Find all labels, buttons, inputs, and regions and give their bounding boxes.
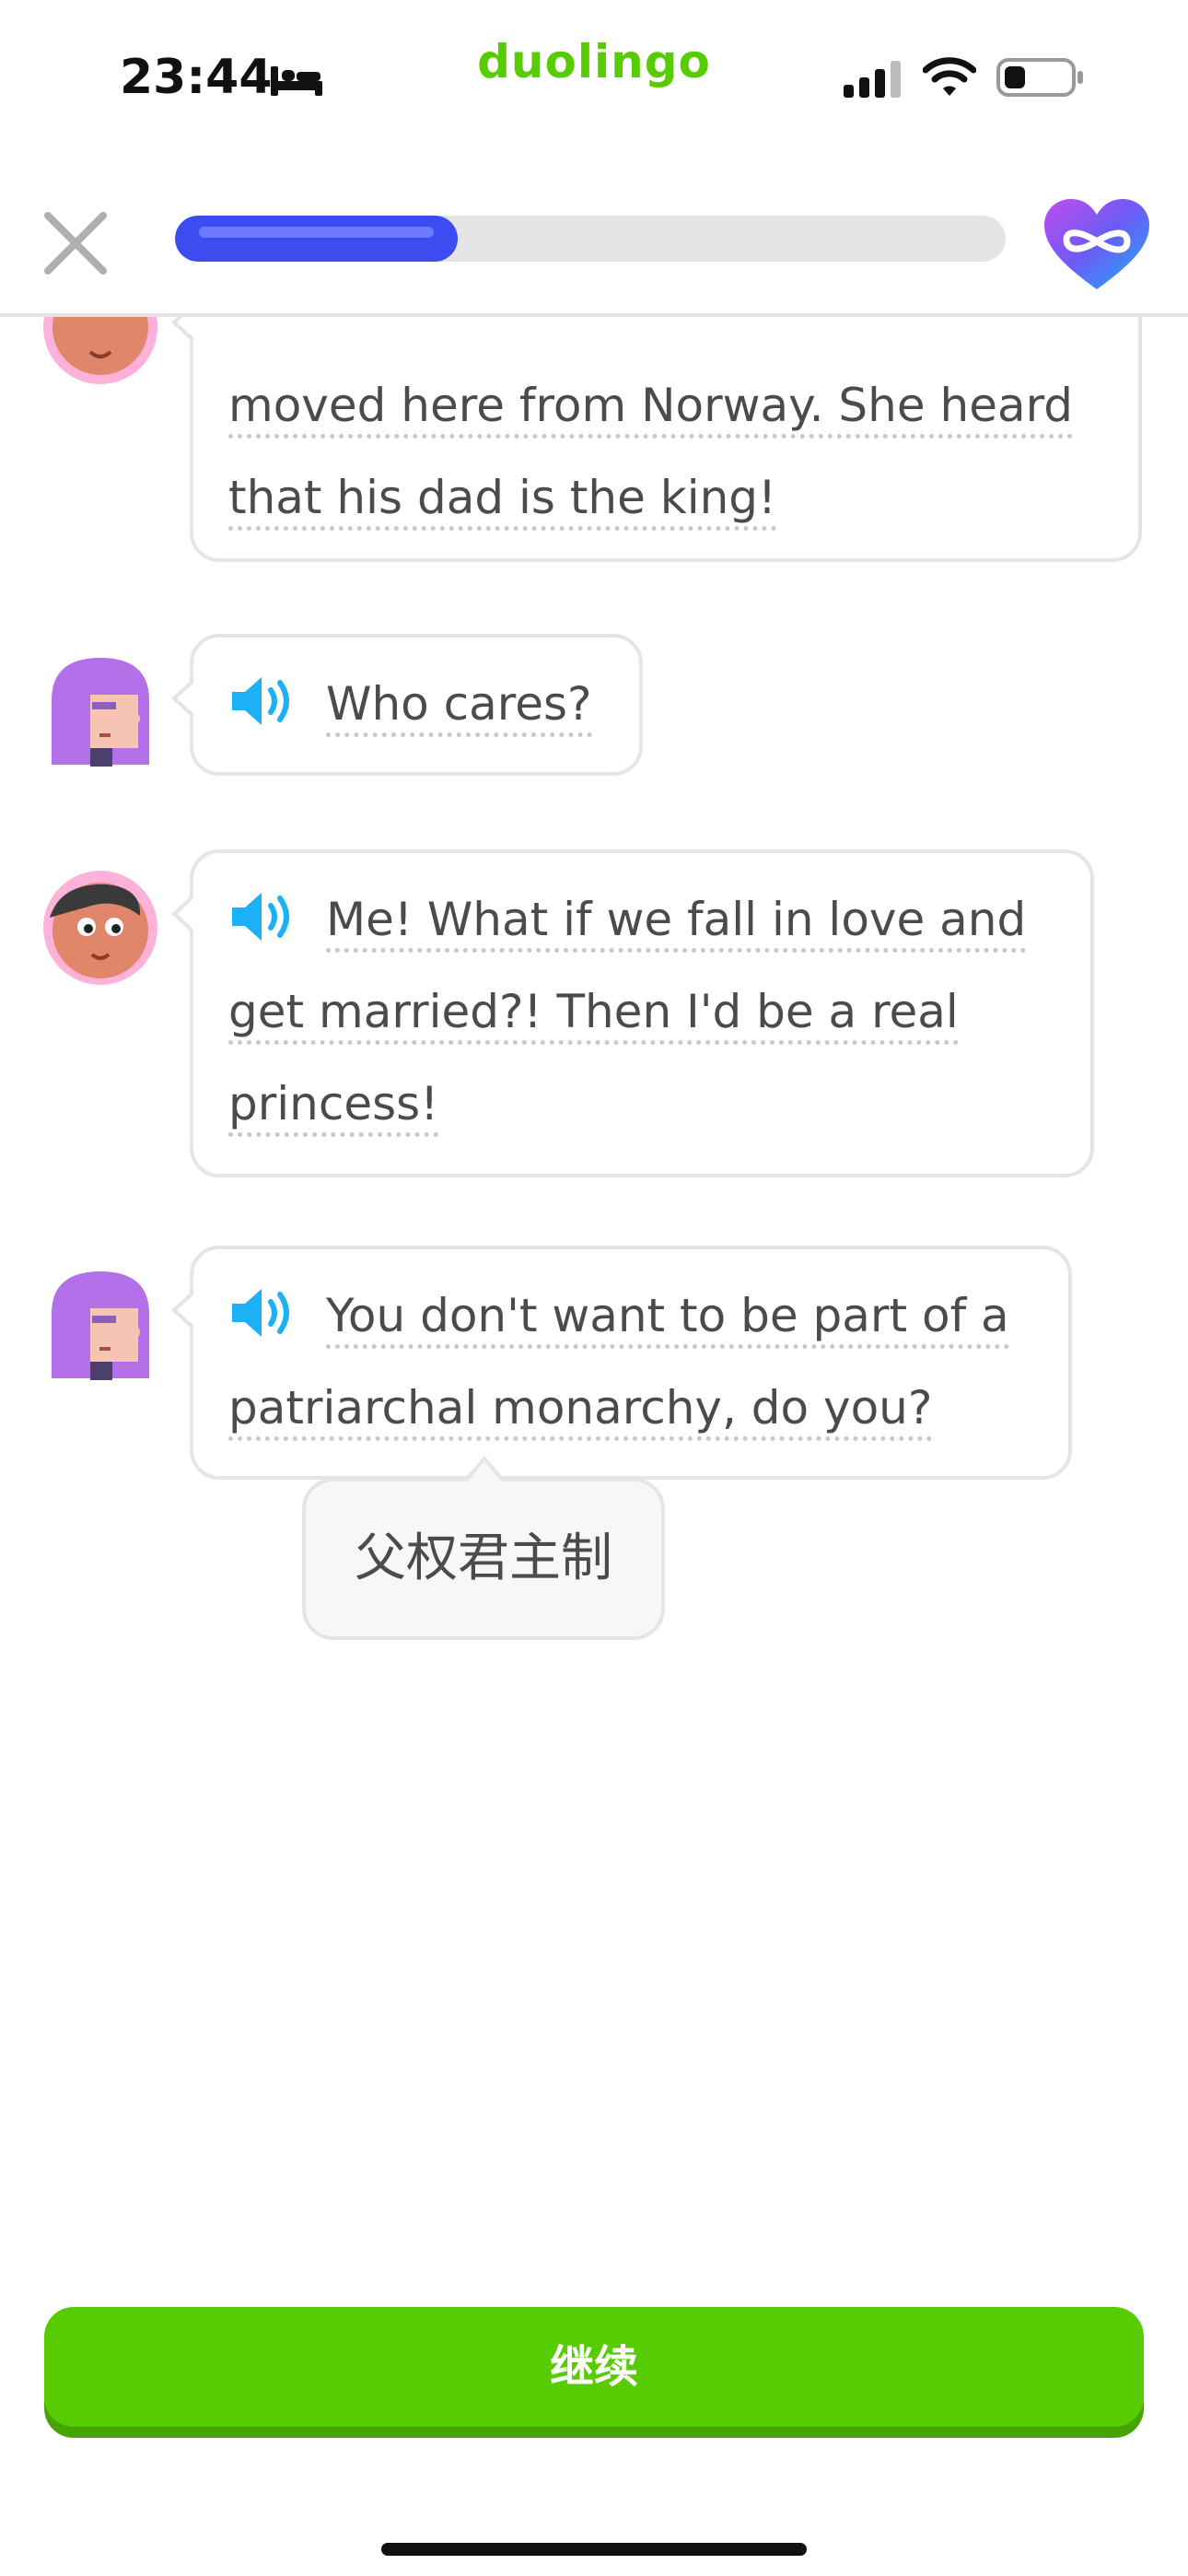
wifi-icon (923, 57, 976, 96)
message-line: that his dad is the king! (228, 451, 1101, 544)
speaker-icon[interactable] (228, 1285, 297, 1341)
status-bar: 23:44 duolingo (0, 0, 1188, 157)
message-bubble: Me! What if we fall in love and get marr… (171, 849, 1094, 1177)
progress-fill (175, 216, 458, 262)
home-indicator[interactable] (381, 2543, 807, 2556)
boy-character-avatar (43, 871, 157, 985)
message-text[interactable]: moved here from Norway. She heard (228, 379, 1074, 439)
cellular-signal-icon (844, 61, 901, 98)
message-line: Me! What if we fall in love and (228, 873, 1054, 966)
speaker-icon[interactable] (228, 889, 297, 944)
message-line: patriarchal monarchy, do you? (228, 1362, 1031, 1454)
message-text[interactable]: get married?! Then I'd be a real (228, 985, 959, 1045)
infinite-hearts-icon[interactable] (1042, 197, 1151, 293)
message-text[interactable]: princess! (228, 1077, 439, 1137)
girl-character-avatar (52, 1271, 149, 1380)
message-line: You don't want to be part of a (228, 1270, 1031, 1362)
message-line: moved here from Norway. She heard (228, 359, 1101, 451)
girl-character-avatar (52, 658, 149, 767)
message-text[interactable]: Me! What if we fall in love and (326, 893, 1027, 953)
message-line: get married?! Then I'd be a real (228, 966, 1054, 1058)
speaker-icon[interactable] (228, 673, 297, 729)
close-icon[interactable] (41, 208, 111, 278)
translation-tooltip: 父权君主制 (302, 1456, 665, 1640)
lesson-progress-bar (175, 216, 1006, 262)
message-line: princess! (228, 1058, 1054, 1150)
message-bubble: You don't want to be part of a patriarch… (171, 1246, 1072, 1480)
battery-icon (996, 58, 1083, 97)
message-text[interactable]: patriarchal monarchy, do you? (228, 1381, 933, 1441)
message-text[interactable]: You don't want to be part of a (326, 1289, 1009, 1349)
message-bubble: Who cares? (171, 634, 643, 776)
continue-button[interactable]: 继续 (44, 2307, 1144, 2427)
message-text[interactable]: that his dad is the king! (228, 471, 777, 531)
message-text[interactable]: Who cares? (326, 677, 592, 737)
lesson-header (0, 175, 1188, 317)
